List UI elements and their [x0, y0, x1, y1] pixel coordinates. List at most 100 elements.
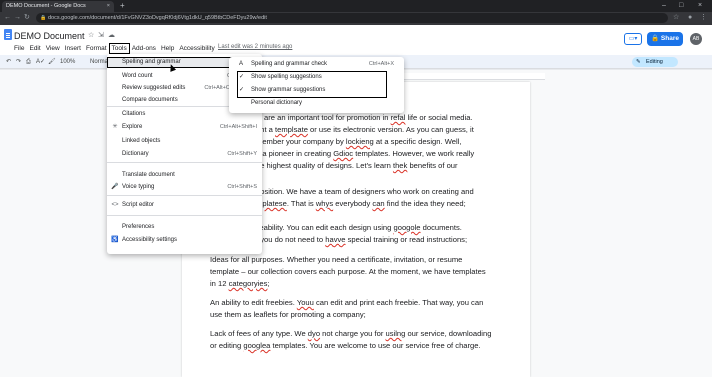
tools-item-explore[interactable]: ✳ Explore Ctrl+Alt+Shift+I	[107, 122, 262, 133]
microphone-icon: 🎤	[111, 184, 119, 190]
present-button[interactable]: ▭▾	[624, 33, 642, 45]
undo-icon[interactable]: ↶	[6, 55, 11, 69]
document-line: lleability. You can edit each design usi…	[256, 222, 556, 234]
document-line: Ideas for all purposes. Whether you need…	[210, 254, 510, 266]
document-line: tt a pioneer in creating Gdioc templates…	[256, 148, 556, 160]
paint-format-icon[interactable]: 🖌	[48, 55, 56, 69]
spellcheck-toolbar-icon[interactable]: A✓	[36, 55, 45, 69]
text-run: find the idea they need;	[384, 199, 466, 208]
document-line: in 12 categoryies;	[210, 278, 510, 290]
misspelled-word: googlea	[243, 341, 271, 350]
zoom-select[interactable]: 100%	[60, 55, 75, 69]
text-run: ;	[267, 279, 270, 288]
menu-item-label: Voice typing	[122, 184, 155, 190]
explore-icon: ✳	[112, 124, 118, 130]
menu-edit[interactable]: Edit	[27, 44, 42, 53]
tools-item-linked-objects[interactable]: Linked objects	[107, 136, 262, 147]
minimize-icon[interactable]: –	[662, 0, 666, 12]
cloud-status-icon: ☁	[108, 32, 115, 39]
tools-item-translate-document[interactable]: Translate document	[107, 170, 262, 181]
text-run: documents.	[420, 223, 462, 232]
browser-chrome: DEMO Document - Google Docs × + – □ × ← …	[0, 0, 712, 25]
tools-item-script-editor[interactable]: <> Script editor	[107, 200, 262, 211]
maximize-icon[interactable]: □	[679, 0, 683, 12]
menu-help[interactable]: Help	[159, 44, 176, 53]
menu-accessibility[interactable]: Accessibility	[177, 44, 216, 53]
misspelled-word: usilng	[385, 329, 406, 338]
docs-logo-icon[interactable]	[4, 29, 12, 40]
text-run: template – our collection covers each pu…	[210, 267, 486, 276]
close-window-icon[interactable]: ×	[698, 0, 702, 12]
misspelled-word: templsate	[275, 125, 308, 134]
menu-item-label: Accessibility settings	[122, 237, 178, 243]
reload-icon[interactable]: ↻	[24, 13, 30, 23]
menu-insert[interactable]: Insert	[63, 44, 83, 53]
tab-close-icon[interactable]: ×	[107, 1, 110, 12]
browser-menu-icon[interactable]: ⋮	[700, 13, 707, 23]
document-line: rint a templsate or use its electronic v…	[256, 124, 556, 136]
menu-item-label: Script editor	[122, 202, 155, 208]
menu-file[interactable]: File	[12, 44, 26, 53]
tools-item-dictionary[interactable]: Dictionary Ctrl+Shift+Y	[107, 149, 262, 160]
suggestions-highlight-box	[237, 71, 387, 98]
menu-item-label: Linked objects	[122, 138, 161, 144]
text-run: at a specific design. Well,	[373, 137, 462, 146]
text-run: in 12	[210, 279, 229, 288]
menu-tools[interactable]: Tools	[108, 43, 130, 54]
tools-item-accessibility-settings[interactable]: ♿ Accessibility settings	[107, 235, 262, 246]
misspelled-word: can	[372, 199, 385, 208]
star-doc-icon[interactable]: ☆	[88, 31, 94, 39]
document-title[interactable]: DEMO Document	[14, 31, 85, 41]
menu-add-ons[interactable]: Add-ons	[130, 44, 158, 53]
star-icon[interactable]: ☆	[673, 13, 679, 23]
browser-tab[interactable]: DEMO Document - Google Docs ×	[2, 1, 114, 12]
menu-item-label: Preferences	[122, 224, 155, 230]
text-run: a pioneer in creating	[260, 149, 334, 158]
text-run: templates. However, we work really	[353, 149, 475, 158]
menu-bar: File Edit View Insert Format Tools Add-ons Help…	[12, 43, 218, 54]
submenu-item-personal-dictionary[interactable]: Personal dictionary	[229, 98, 404, 109]
lock-icon: 🔒	[40, 15, 47, 21]
document-line: use them as leaflets for promoting a com…	[210, 309, 510, 321]
document-line: position. We have a team of designers wh…	[256, 186, 556, 198]
shortcut-text: Ctrl+Shift+Y	[227, 151, 257, 157]
text-run: or use its electronic version. As you ca…	[307, 125, 474, 134]
forward-icon[interactable]: →	[14, 13, 21, 23]
redo-icon[interactable]: ↷	[16, 55, 21, 69]
move-folder-icon[interactable]: ⇲	[98, 31, 104, 39]
shortcut-text: Ctrl+Shift+S	[227, 184, 257, 190]
share-button[interactable]: 🔒 Share	[647, 32, 683, 46]
misspelled-word: whys	[315, 199, 334, 208]
text-run: member your company by	[256, 137, 346, 146]
document-line: template – our collection covers each pu…	[210, 266, 510, 278]
menu-view[interactable]: View	[44, 44, 62, 53]
back-icon[interactable]: ←	[4, 13, 11, 23]
address-bar[interactable]: 🔒 docs.google.com/document/d/1FvGNVZ3oDv…	[36, 13, 668, 23]
text-run: Ideas for all purposes. Whether you need…	[210, 255, 463, 264]
menu-item-label: Compare documents	[122, 97, 178, 103]
text-run: special training or read instructions;	[345, 235, 468, 244]
submenu-item-label: Personal dictionary	[251, 100, 303, 106]
text-run: can edit and print each freebie. That wa…	[313, 298, 484, 307]
text-run: position. We have a team of designers wh…	[256, 187, 474, 196]
menu-format[interactable]: Format	[84, 44, 109, 53]
new-tab-icon[interactable]: +	[120, 0, 125, 12]
shortcut-text: Ctrl+Alt+X	[368, 61, 394, 67]
tools-item-preferences[interactable]: Preferences	[107, 222, 262, 233]
shortcut-text: Ctrl+Alt+Shift+I	[219, 124, 257, 130]
menu-divider	[107, 215, 262, 216]
misspelled-word: thek	[392, 161, 408, 170]
avatar[interactable]: AB	[690, 33, 702, 45]
misspelled-word: havve	[325, 235, 346, 244]
submenu-item-spelling-and-grammar-check[interactable]: A Spelling and grammar check Ctrl+Alt+X	[229, 59, 404, 70]
editing-mode-select[interactable]: ✎ Editing	[632, 57, 678, 67]
menu-divider	[107, 195, 262, 196]
last-edit-link[interactable]: Last edit was 2 minutes ago	[218, 44, 292, 50]
print-icon[interactable]: ⎙	[26, 55, 31, 69]
menu-divider	[107, 162, 262, 163]
tools-item-voice-typing[interactable]: 🎤 Voice typing Ctrl+Shift+S	[107, 182, 262, 193]
menu-item-label: Translate document	[122, 172, 175, 178]
profile-icon[interactable]: ●	[688, 13, 692, 23]
misspelled-word: Youu	[296, 298, 314, 307]
text-run: lleability. You can edit each design usi…	[256, 223, 394, 232]
